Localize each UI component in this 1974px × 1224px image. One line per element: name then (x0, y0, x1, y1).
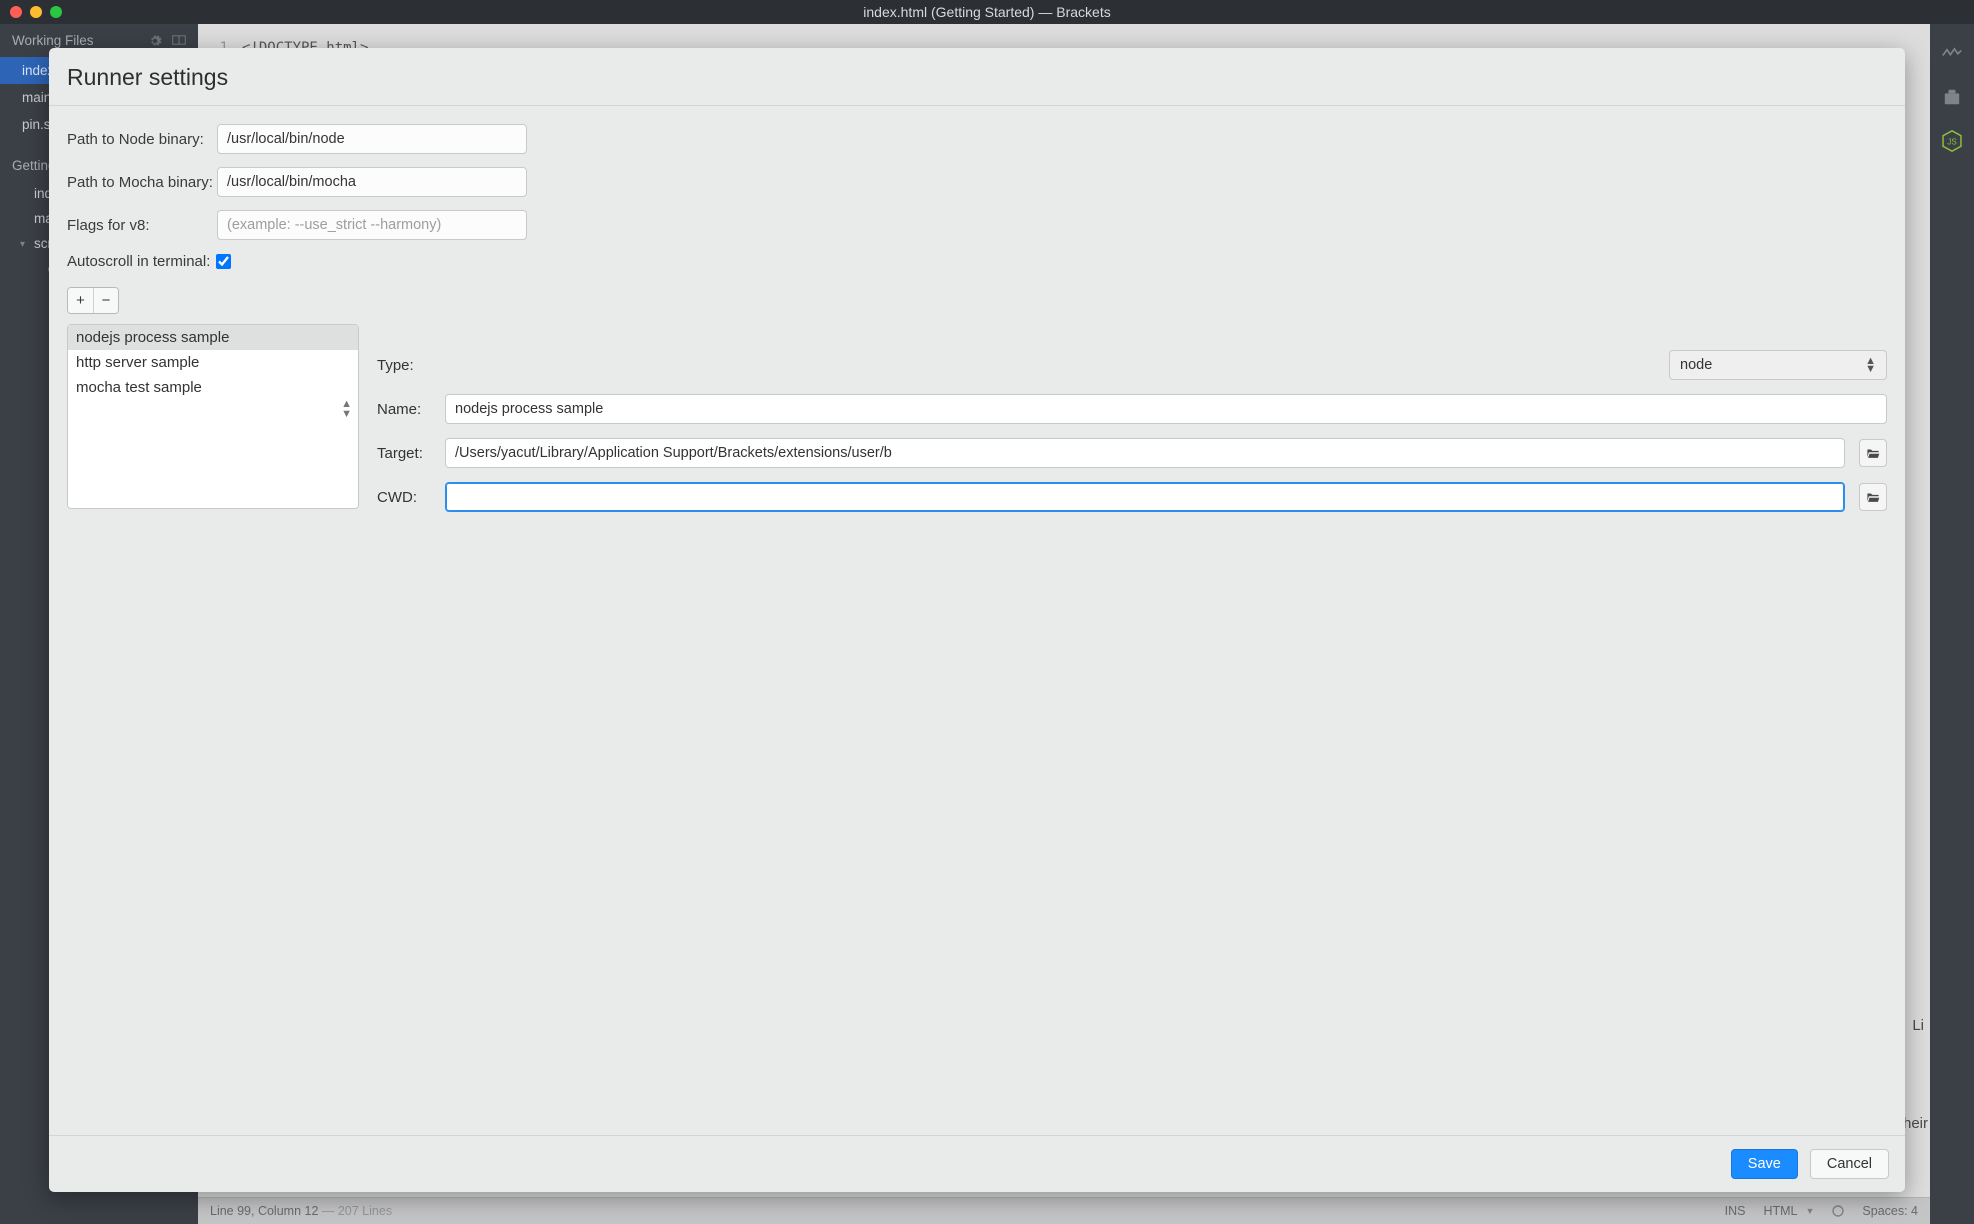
type-label: Type: (377, 357, 431, 374)
browse-cwd-button[interactable] (1859, 483, 1887, 511)
cwd-label: CWD: (377, 489, 431, 506)
remove-runner-button[interactable]: − (93, 288, 118, 313)
select-chevron-icon: ▲▼ (1865, 357, 1876, 373)
v8-flags-label: Flags for v8: (67, 217, 217, 234)
minus-icon: − (102, 292, 111, 309)
node-path-label: Path to Node binary: (67, 131, 217, 148)
gear-icon[interactable] (148, 34, 162, 48)
window-titlebar: index.html (Getting Started) — Brackets (0, 0, 1974, 24)
dialog-title: Runner settings (67, 64, 1887, 91)
runner-list-item[interactable]: nodejs process sample (68, 325, 358, 350)
dialog-header: Runner settings (49, 48, 1905, 106)
working-files-label: Working Files (12, 33, 94, 48)
runner-list-item[interactable]: mocha test sample (68, 375, 358, 400)
autoscroll-label: Autoscroll in terminal: (67, 253, 210, 270)
runner-detail-panel: Type: node ▲▼ Name: Target: CWD: (377, 324, 1887, 526)
nodejs-icon[interactable]: JS (1941, 130, 1963, 152)
dialog-body: Path to Node binary: Path to Mocha binar… (49, 106, 1905, 1135)
add-remove-runner-group: + − (67, 287, 119, 314)
browse-target-button[interactable] (1859, 439, 1887, 467)
type-select-value: node (1680, 357, 1712, 373)
autoscroll-checkbox[interactable] (216, 254, 231, 269)
folder-open-icon (1866, 447, 1880, 459)
folder-open-icon (1866, 491, 1880, 503)
plus-icon: + (76, 292, 85, 309)
live-preview-icon[interactable] (1941, 42, 1963, 64)
name-input[interactable] (445, 394, 1887, 424)
mocha-path-input[interactable] (217, 167, 527, 197)
node-path-input[interactable] (217, 124, 527, 154)
name-label: Name: (377, 401, 431, 418)
cwd-input[interactable] (445, 482, 1845, 512)
cancel-button[interactable]: Cancel (1810, 1149, 1889, 1179)
mocha-path-label: Path to Mocha binary: (67, 174, 217, 191)
target-input[interactable] (445, 438, 1845, 468)
svg-text:JS: JS (1947, 138, 1957, 147)
list-scroll-stepper[interactable]: ▲▼ (341, 399, 352, 419)
split-view-icon[interactable] (172, 34, 186, 48)
runner-list-item[interactable]: http server sample (68, 350, 358, 375)
type-select[interactable]: node ▲▼ (1669, 350, 1887, 380)
dialog-footer: Save Cancel (49, 1135, 1905, 1192)
add-runner-button[interactable]: + (68, 288, 93, 313)
chevron-down-icon: ▼ (341, 409, 352, 419)
v8-flags-input[interactable] (217, 210, 527, 240)
window-title: index.html (Getting Started) — Brackets (0, 4, 1974, 20)
runner-list[interactable]: nodejs process sample http server sample… (67, 324, 359, 509)
save-button[interactable]: Save (1731, 1149, 1798, 1179)
runner-settings-dialog: Runner settings Path to Node binary: Pat… (49, 48, 1905, 1192)
target-label: Target: (377, 445, 431, 462)
right-toolbar: JS (1930, 24, 1974, 1224)
extension-manager-icon[interactable] (1941, 86, 1963, 108)
